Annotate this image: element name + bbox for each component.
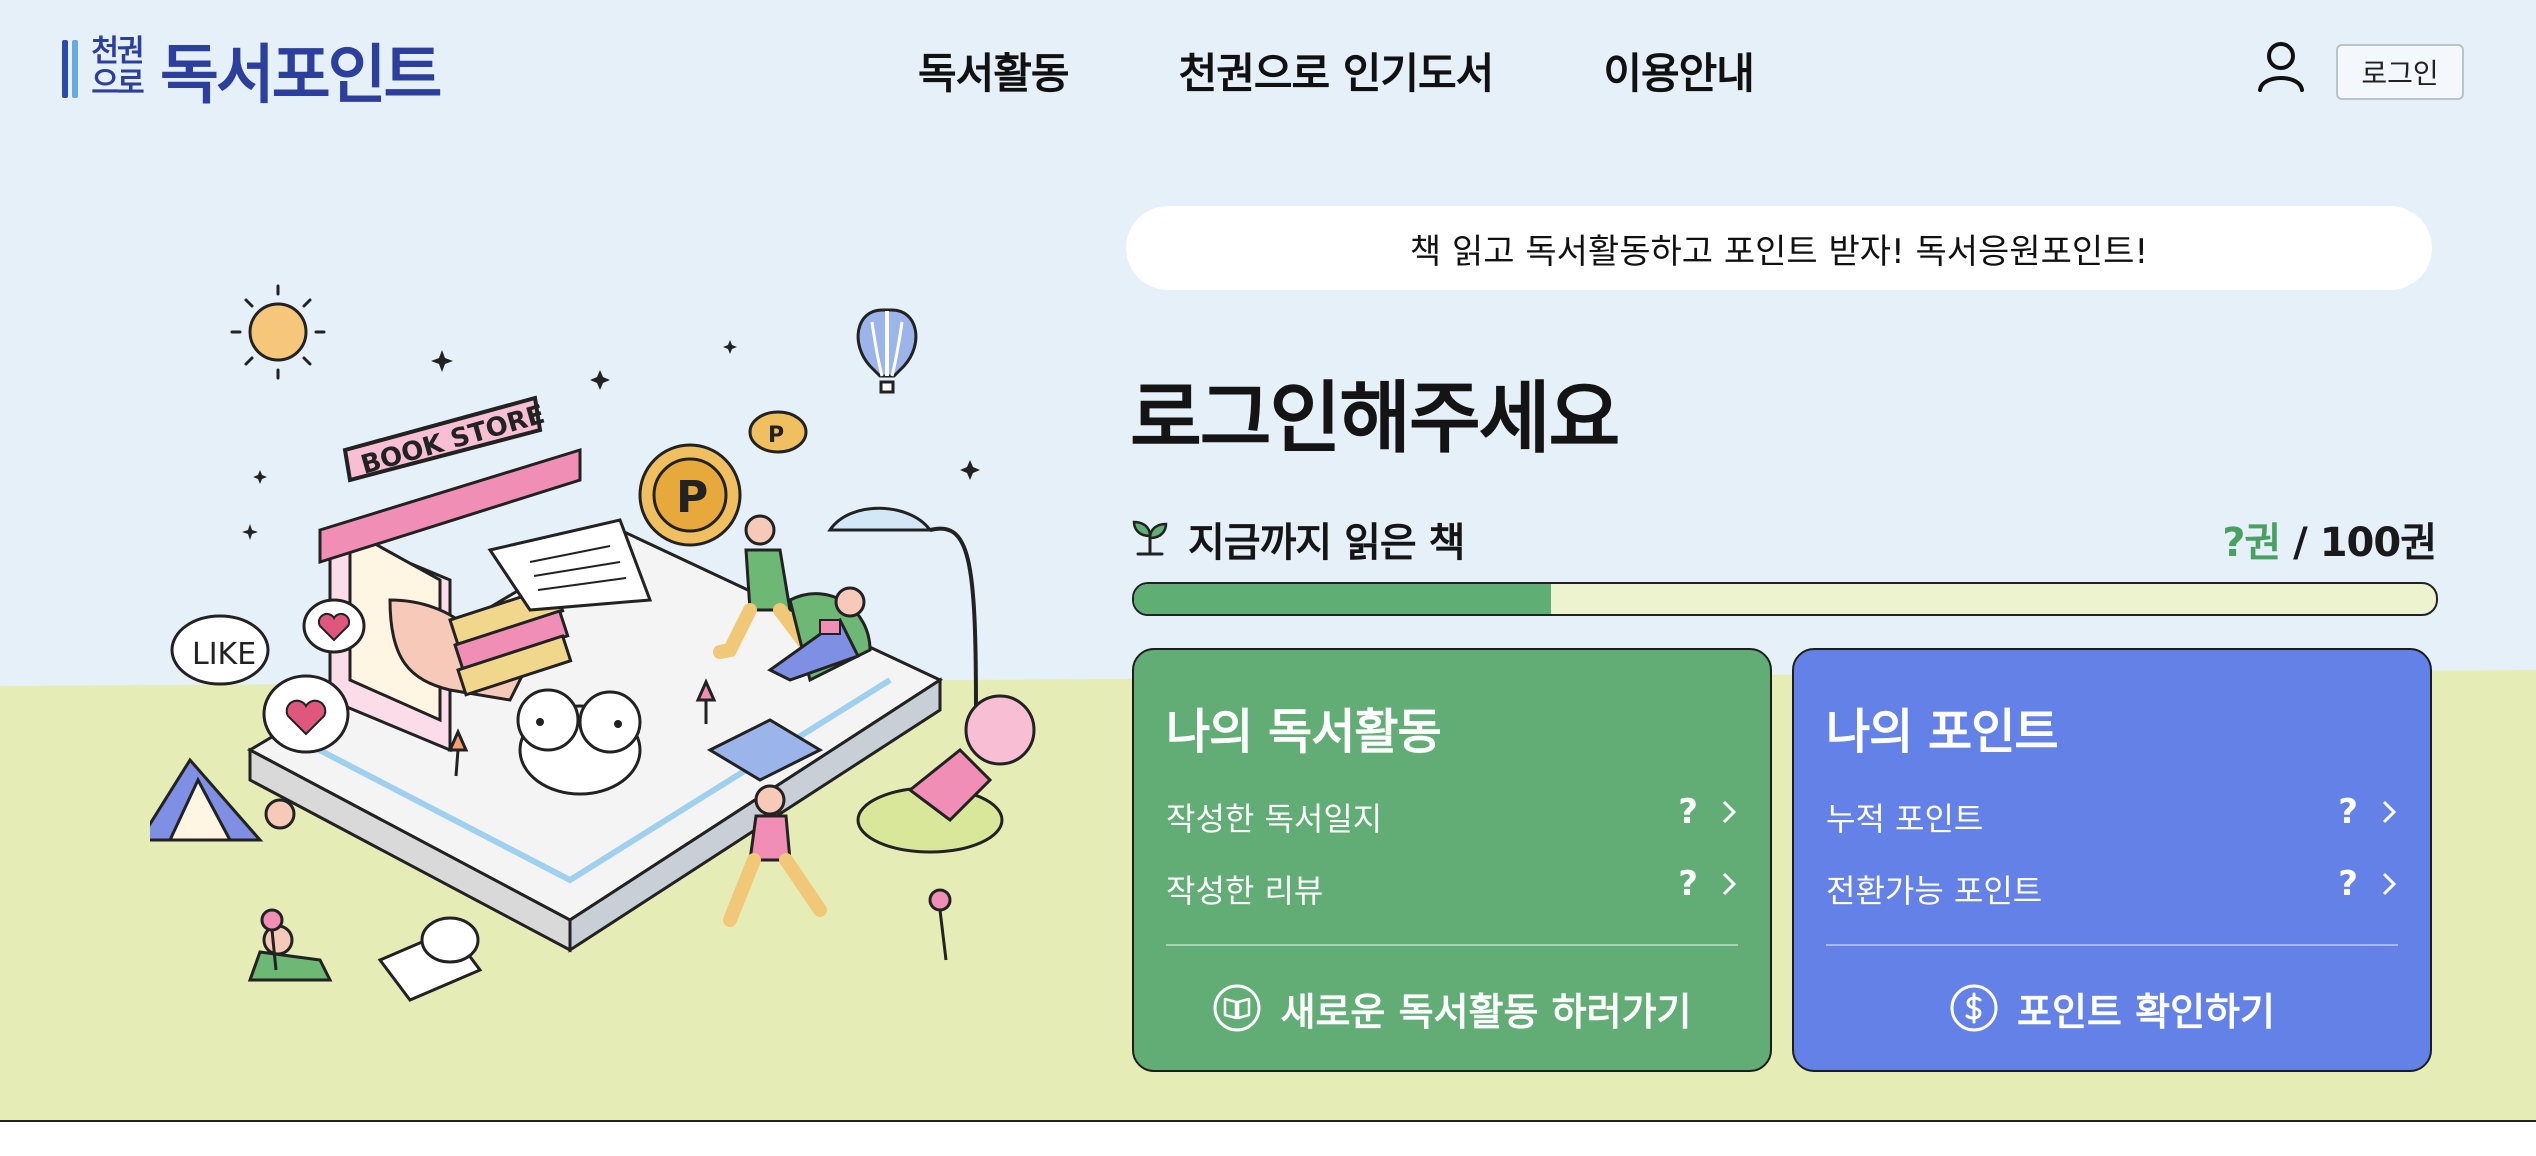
user-icon[interactable] xyxy=(2256,40,2306,92)
login-button[interactable]: 로그인 xyxy=(2336,44,2464,100)
my-points-card: 나의 포인트 누적 포인트 ? 전환가능 포인트 ? 포인트 확인하기 xyxy=(1792,648,2432,1072)
convertible-points-label: 전환가능 포인트 xyxy=(1826,872,2043,910)
nav-reading-activity[interactable]: 독서활동 xyxy=(918,40,1070,101)
nav-guide[interactable]: 이용안내 xyxy=(1603,40,1755,101)
puppy-illustration xyxy=(516,688,642,796)
accumulated-points-row[interactable]: 누적 포인트 ? xyxy=(1826,790,2398,838)
main-nav: 독서활동 천권으로 인기도서 이용안내 xyxy=(918,40,1755,101)
convertible-points-value: ? xyxy=(2338,864,2358,904)
point-coin-icon: P P xyxy=(638,410,808,547)
books-read-total: / 100권 xyxy=(2280,520,2437,566)
logo-mark-text: 천권 으로 xyxy=(91,34,144,101)
reading-progress-bar xyxy=(1132,582,2438,616)
chevron-right-icon xyxy=(1722,872,1737,896)
svg-text:LIKE: LIKE xyxy=(192,637,256,672)
convertible-points-row[interactable]: 전환가능 포인트 ? xyxy=(1826,862,2398,910)
reviews-row[interactable]: 작성한 리뷰 ? xyxy=(1166,862,1738,910)
new-reading-activity-label: 새로운 독서활동 하러가기 xyxy=(1280,989,1692,1034)
nav-popular-books[interactable]: 천권으로 인기도서 xyxy=(1179,40,1495,101)
chevron-right-icon xyxy=(2382,800,2397,824)
svg-text:P: P xyxy=(768,423,784,448)
sun-icon xyxy=(230,284,326,380)
check-points-button[interactable]: 포인트 확인하기 xyxy=(1794,978,2430,1038)
site-logo[interactable]: 천권 으로 독서포인트 xyxy=(60,34,442,113)
footer-area xyxy=(0,1122,2536,1156)
logo-mark: 천권 으로 xyxy=(60,34,150,106)
reviews-label: 작성한 리뷰 xyxy=(1166,872,1324,910)
book-icon xyxy=(1213,984,1261,1032)
dollar-icon xyxy=(1950,984,1998,1032)
slogan-banner: 책 읽고 독서활동하고 포인트 받자! 독서응원포인트! xyxy=(1126,206,2432,290)
books-read-row: 지금까지 읽은 책 ?권 / 100권 xyxy=(1130,508,2437,566)
card-divider xyxy=(1826,944,2398,946)
accumulated-points-label: 누적 포인트 xyxy=(1826,800,1984,838)
reviews-value: ? xyxy=(1678,864,1698,904)
hot-air-balloon-icon xyxy=(856,308,918,394)
bookstore-illustration: BOOK STORE P P LIKE xyxy=(150,284,1036,1002)
reading-progress-fill xyxy=(1134,584,1551,614)
reading-logs-value: ? xyxy=(1678,792,1698,832)
books-read-current: ?권 xyxy=(2222,520,2281,566)
sprout-icon xyxy=(1132,520,1168,556)
my-reading-activity-card: 나의 독서활동 작성한 독서일지 ? 작성한 리뷰 ? 새로운 독서활동 하러가… xyxy=(1132,648,1772,1072)
reading-logs-row[interactable]: 작성한 독서일지 ? xyxy=(1166,790,1738,838)
accumulated-points-value: ? xyxy=(2338,792,2358,832)
books-read-label: 지금까지 읽은 책 xyxy=(1188,520,1465,566)
chevron-right-icon xyxy=(2382,872,2397,896)
page-title: 로그인해주세요 xyxy=(1130,374,1620,464)
card-divider xyxy=(1166,944,1738,946)
books-read-count: ?권 / 100권 xyxy=(2222,510,2437,568)
new-reading-activity-button[interactable]: 새로운 독서활동 하러가기 xyxy=(1134,978,1770,1038)
person-writing xyxy=(247,916,483,1002)
check-points-label: 포인트 확인하기 xyxy=(2017,989,2275,1034)
card-title: 나의 독서활동 xyxy=(1166,704,1442,760)
reading-logs-label: 작성한 독서일지 xyxy=(1166,800,1383,838)
svg-text:P: P xyxy=(676,472,708,523)
logo-text: 독서포인트 xyxy=(160,39,442,113)
card-title: 나의 포인트 xyxy=(1826,704,2059,760)
chevron-right-icon xyxy=(1722,800,1737,824)
